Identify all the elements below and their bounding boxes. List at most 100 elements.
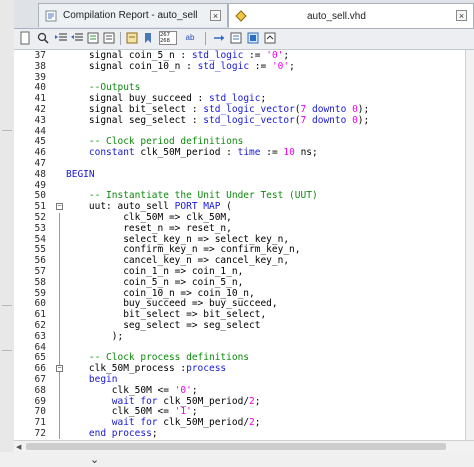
code-token: clk_50M <=	[66, 384, 175, 396]
code-line: coin_5_n => coin_5_n,	[66, 277, 243, 288]
close-tab-icon[interactable]: ×	[456, 10, 467, 21]
code-token: ns;	[294, 147, 318, 159]
find-icon[interactable]	[36, 31, 50, 45]
code-token: -- Instantiate the Unit Under Test (UUT)	[66, 190, 318, 202]
fold-toggle-icon[interactable]: −	[56, 203, 63, 211]
code-token: ;	[260, 93, 267, 105]
expand-icon[interactable]	[263, 31, 277, 45]
code-token: std_logic	[197, 60, 250, 72]
line-number: 42	[34, 104, 46, 115]
code-line: uut: auto_sell PORT MAP (	[66, 201, 232, 212]
code-line: select_key_n => select_key_n,	[66, 234, 289, 245]
code-token: (	[220, 201, 232, 213]
code-token: clk_50M_period :	[134, 147, 238, 159]
code-token: time	[237, 147, 261, 159]
next-bookmark-icon[interactable]	[246, 31, 260, 45]
fold-guide	[59, 375, 60, 439]
code-token: ;	[191, 406, 198, 418]
code-line: bit_select => bit_select,	[66, 309, 266, 320]
code-line: signal bit_select : std_logic_vector(7 d…	[66, 104, 369, 115]
code-line: signal seg_select : std_logic_vector(7 d…	[66, 115, 369, 126]
toggle-bookmark-icon[interactable]	[141, 31, 155, 45]
line-number: 48	[34, 168, 46, 180]
code-line: );	[66, 331, 123, 342]
code-token: begin	[88, 374, 118, 385]
spell-check-icon[interactable]: ab	[181, 31, 199, 45]
line-number: 58	[34, 276, 46, 288]
code-line: end process;	[66, 428, 158, 439]
chevron-down-icon[interactable]: ⌄	[90, 453, 99, 466]
code-token: cancel_key_n => cancel_key_n,	[66, 255, 290, 267]
go-to-line-icon[interactable]	[212, 31, 226, 45]
code-token: -- Clock period definitions	[66, 136, 244, 148]
line-number: 66	[34, 363, 46, 375]
scroll-left-icon[interactable]: ◀	[16, 443, 21, 451]
code-token: confirm_key_n => confirm_key_n,	[66, 244, 301, 256]
code-token: clk_50M_period/	[157, 417, 250, 429]
outdent-icon[interactable]	[70, 31, 84, 45]
code-line: clk_50M_process :process	[66, 363, 226, 374]
line-number: 50	[34, 190, 46, 202]
code-token: clk_50M => clk_50M,	[66, 212, 232, 223]
insert-template-icon[interactable]	[125, 31, 139, 45]
line-number: 39	[34, 71, 46, 83]
code-line: wait for clk_50M_period/2;	[66, 417, 261, 428]
line-number: 59	[34, 287, 46, 299]
comment-icon[interactable]	[86, 31, 100, 45]
line-number: 40	[34, 82, 46, 94]
tab-label: auto_sell.vhd	[307, 10, 366, 22]
code-token: clk_50M_period/	[157, 395, 250, 407]
line-number: 49	[34, 179, 46, 191]
code-token: signal bit_select :	[66, 104, 204, 115]
vertical-scrollbar[interactable]	[465, 50, 474, 440]
previous-bookmark-icon[interactable]	[229, 31, 243, 45]
code-token: :=	[249, 60, 272, 72]
code-token: '0'	[271, 60, 290, 72]
code-token: 10	[283, 147, 295, 159]
line-number: 41	[34, 93, 46, 105]
code-token: bit_select => bit_select,	[66, 309, 267, 321]
tab-auto-sell-vhd[interactable]: auto_sell.vhd ×	[228, 3, 474, 28]
code-line: signal coin_10_n : std_logic := '0';	[66, 61, 295, 72]
line-number: 68	[34, 384, 46, 396]
close-tab-icon[interactable]: ×	[210, 10, 221, 21]
code-token: ;	[254, 395, 261, 407]
line-number: 37	[34, 50, 46, 61]
fold-toggle-icon[interactable]: −	[56, 365, 63, 373]
scrollbar-thumb[interactable]	[26, 443, 446, 450]
code-token: PORT MAP	[174, 201, 221, 213]
code-token: '1'	[174, 406, 192, 418]
code-line: signal buy_succeed : std_logic;	[66, 93, 266, 104]
line-number-icon[interactable]: 267 268	[159, 31, 177, 45]
code-line: -- Clock process definitions	[66, 352, 249, 363]
indent-icon[interactable]	[54, 31, 68, 45]
code-token: signal buy_succeed :	[66, 93, 209, 105]
file-icon[interactable]	[18, 31, 32, 45]
code-token: );	[66, 330, 124, 342]
code-token: downto	[312, 104, 347, 115]
code-line: wait for clk_50M_period/2;	[66, 396, 261, 407]
code-token: ;	[191, 384, 198, 396]
line-number: 65	[34, 352, 46, 364]
code-token: --Outputs	[66, 82, 141, 94]
code-line: reset_n => reset_n,	[66, 223, 232, 234]
line-number: 47	[34, 158, 46, 169]
report-icon	[45, 10, 57, 21]
code-line: cancel_key_n => cancel_key_n,	[66, 255, 289, 266]
editor-toolbar: 267 268 ab	[14, 29, 474, 50]
line-number: 45	[34, 136, 46, 148]
tab-compilation-report[interactable]: Compilation Report - auto_sell ×	[38, 3, 228, 27]
code-token: signal seg_select :	[66, 114, 204, 126]
line-number: 61	[34, 309, 46, 321]
line-number: 56	[34, 255, 46, 267]
uncomment-icon[interactable]	[102, 31, 116, 45]
code-line: coin_1_n => coin_1_n,	[66, 266, 243, 277]
code-line: --Outputs	[66, 82, 140, 93]
line-number: 62	[34, 320, 46, 331]
code-editor[interactable]: 37 signal coin_5_n : std_logic := '0'; 38…	[14, 50, 465, 440]
line-number: 54	[34, 233, 46, 245]
